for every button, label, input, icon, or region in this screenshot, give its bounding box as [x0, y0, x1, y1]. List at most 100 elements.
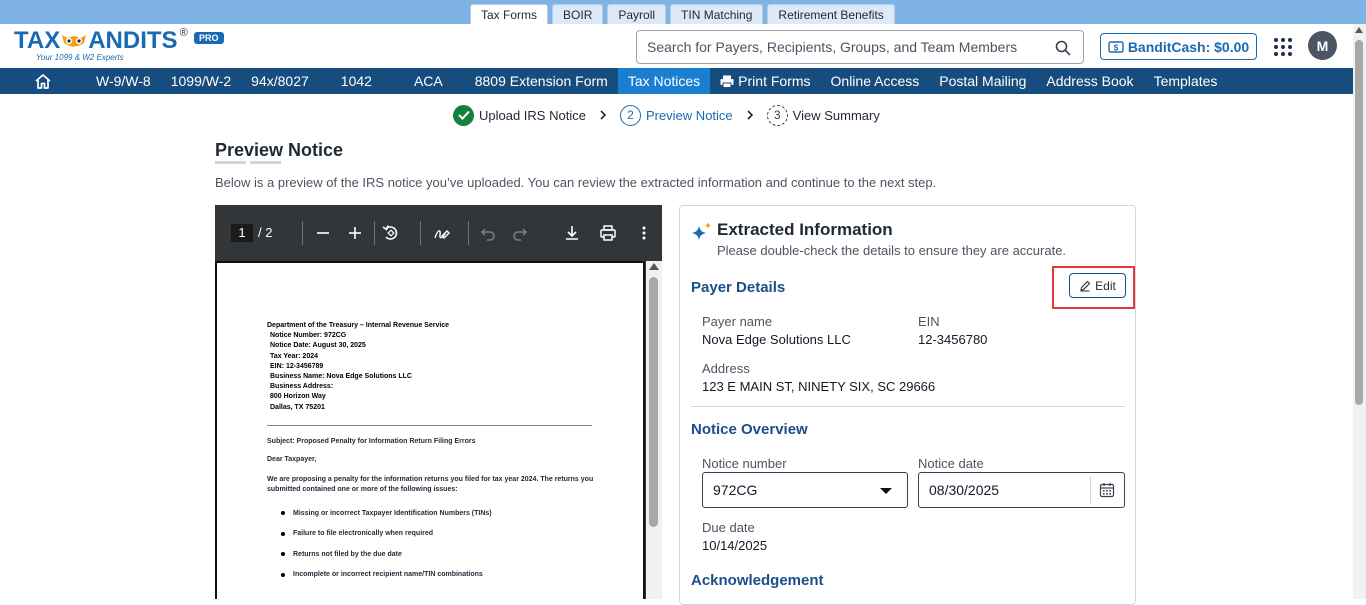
app-header: TAX ANDITS ® Your 1099 & W2 Experts PRO … [0, 24, 1353, 68]
nav-item-94x-8027[interactable]: 94x/8027 [241, 68, 319, 94]
scroll-up-arrow-icon[interactable] [1355, 27, 1363, 33]
pro-badge: PRO [194, 32, 224, 44]
nav-item-print-forms[interactable]: Print Forms [710, 68, 820, 94]
logo-text-left: TAX [14, 27, 61, 54]
cash-icon: $ [1108, 40, 1124, 53]
toolbar-divider [374, 221, 375, 245]
product-tab-retirement-benefits[interactable]: Retirement Benefits [767, 4, 895, 24]
nav-item-tax-notices[interactable]: Tax Notices [617, 68, 711, 94]
main-nav: W-9/W-8 1099/W-2 94x/8027 1042 ACA 8809 … [0, 68, 1353, 94]
nav-item-1042[interactable]: 1042 [319, 68, 394, 94]
nav-item-aca[interactable]: ACA [394, 68, 465, 94]
progress-stepper: Upload IRS Notice 2 Preview Notice 3 Vie… [453, 104, 880, 126]
ein-value: 12-3456780 [918, 332, 988, 347]
rotate-icon[interactable] [381, 223, 401, 243]
notice-line: 800 Horizon Way [270, 393, 326, 401]
search-input[interactable] [647, 31, 1047, 63]
step-number: 2 [619, 104, 641, 126]
product-tabs: Tax Forms BOIR Payroll TIN Matching Reti… [470, 4, 895, 24]
notice-number-select[interactable]: 972CG [702, 472, 908, 508]
pdf-viewer: 1 / 2 Department of the Treasury – Inter… [215, 205, 662, 599]
step-complete-check-icon [453, 104, 474, 126]
address-label: Address [702, 361, 750, 376]
extracted-info-panel: Extracted Information Please double-chec… [679, 205, 1136, 605]
notice-divider [267, 425, 592, 426]
toolbar-divider [302, 221, 303, 245]
notice-line: EIN: 12-3456789 [270, 362, 324, 370]
taxbandits-logo[interactable]: TAX ANDITS ® Your 1099 & W2 Experts PRO [14, 27, 224, 68]
banditcash-button[interactable]: $ BanditCash: $0.00 [1100, 33, 1257, 60]
page-title: Preview Notice [215, 140, 344, 160]
logo-registered-mark: ® [179, 27, 188, 39]
product-tab-tin-matching[interactable]: TIN Matching [670, 4, 764, 24]
nav-item-1099-w2[interactable]: 1099/W-2 [161, 68, 241, 94]
product-tab-boir[interactable]: BOIR [552, 4, 604, 24]
nav-item-address-book[interactable]: Address Book [1036, 68, 1143, 94]
printer-icon [720, 75, 734, 88]
page-scroll-thumb[interactable] [1355, 40, 1363, 405]
page-subtitle: Below is a preview of the IRS notice you… [215, 175, 937, 190]
nav-home[interactable] [0, 68, 86, 94]
due-date-label: Due date [702, 520, 755, 535]
user-avatar[interactable]: M [1308, 31, 1337, 60]
payer-details-heading: Payer Details [691, 279, 786, 296]
svg-text:$: $ [1114, 43, 1119, 52]
pdf-toolbar: 1 / 2 [215, 205, 662, 261]
zoom-out-icon[interactable] [313, 223, 333, 243]
owl-logo-icon [62, 35, 87, 47]
more-options-icon[interactable] [634, 223, 654, 243]
product-tab-payroll[interactable]: Payroll [607, 4, 667, 24]
nav-item-online-access[interactable]: Online Access [821, 68, 930, 94]
nav-item-print-forms-label: Print Forms [738, 73, 811, 89]
extracted-info-subtitle: Please double-check the details to ensur… [717, 243, 1067, 258]
step-view-summary[interactable]: 3 View Summary [766, 104, 880, 126]
print-icon[interactable] [598, 223, 618, 243]
toolbar-divider [468, 221, 469, 245]
acknowledgement-heading: Acknowledgement [691, 572, 824, 589]
edit-label: Edit [1095, 278, 1116, 293]
chevron-right-icon [600, 110, 607, 120]
chevron-down-icon [880, 488, 892, 494]
notice-line: Business Address: [270, 383, 334, 391]
scroll-up-arrow-icon[interactable] [649, 263, 659, 270]
nav-item-postal-mailing[interactable]: Postal Mailing [929, 68, 1036, 94]
ai-sparkle-icon [692, 222, 711, 240]
notice-date-value: 08/30/2025 [929, 482, 1000, 498]
pdf-page: Department of the Treasury – Internal Re… [215, 261, 645, 599]
pdf-scroll-thumb[interactable] [649, 277, 658, 527]
global-search [636, 30, 1084, 64]
notice-number-value: 972CG [713, 482, 758, 498]
pencil-icon [1080, 280, 1091, 291]
product-tab-tax-forms[interactable]: Tax Forms [470, 4, 549, 24]
pdf-scrollbar[interactable] [646, 261, 662, 599]
apps-grid-icon[interactable] [1273, 37, 1293, 57]
notice-line: Notice Date: August 30, 2025 [270, 342, 366, 350]
title-underline [215, 161, 281, 164]
edit-payer-button[interactable]: Edit [1069, 273, 1126, 298]
notice-subject: Subject: Proposed Penalty for Informatio… [267, 438, 476, 445]
redo-icon[interactable] [510, 223, 530, 243]
nav-item-w9-w8[interactable]: W-9/W-8 [86, 68, 161, 94]
nav-item-8809-extension[interactable]: 8809 Extension Form [465, 68, 618, 94]
pdf-page-total: / 2 [258, 225, 273, 240]
undo-icon[interactable] [478, 223, 498, 243]
nav-item-templates[interactable]: Templates [1144, 68, 1228, 94]
annotate-pen-icon[interactable] [432, 223, 452, 243]
pdf-page-number-input[interactable]: 1 [231, 224, 253, 242]
extracted-info-title: Extracted Information [717, 220, 893, 239]
ein-label: EIN [918, 314, 940, 329]
search-icon[interactable] [1055, 40, 1071, 56]
home-icon [35, 73, 51, 89]
calendar-icon[interactable] [1099, 482, 1115, 498]
page-scrollbar[interactable] [1353, 24, 1366, 599]
step-upload-irs-notice[interactable]: Upload IRS Notice [453, 104, 586, 126]
address-value: 123 E MAIN ST, NINETY SIX, SC 29666 [702, 379, 936, 394]
list-item: Missing or incorrect Taxpayer Identifica… [281, 503, 492, 524]
notice-overview-heading: Notice Overview [691, 421, 808, 438]
download-icon[interactable] [562, 223, 582, 243]
notice-date-field[interactable]: 08/30/2025 [918, 472, 1125, 508]
step-label: Preview Notice [645, 107, 733, 123]
step-preview-notice[interactable]: 2 Preview Notice [619, 104, 733, 126]
notice-number-label: Notice number [702, 456, 787, 471]
zoom-in-icon[interactable] [345, 223, 365, 243]
